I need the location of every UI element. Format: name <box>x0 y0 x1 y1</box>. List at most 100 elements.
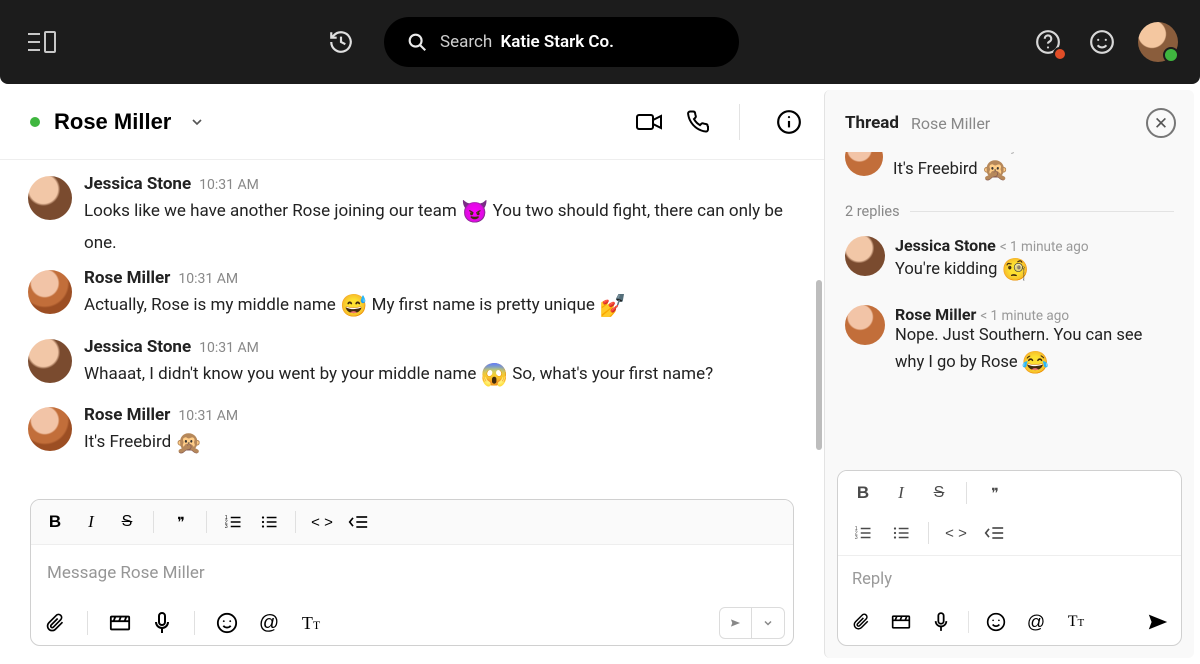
emoji-menu-button[interactable] <box>1084 24 1120 60</box>
emoji-button[interactable] <box>211 607 243 639</box>
message-text: Looks like we have another Rose joining … <box>84 196 810 256</box>
voice-call-button[interactable] <box>687 110 711 134</box>
clapperboard-icon <box>109 614 131 632</box>
chat-title-button[interactable]: Rose Miller <box>54 109 205 135</box>
message-text: Nope. Just Southern. You can see why I g… <box>895 324 1174 380</box>
codeblock-button[interactable] <box>342 506 374 538</box>
record-video-button[interactable] <box>104 607 136 639</box>
thread-header: Thread Rose Miller ✕ <box>825 90 1194 152</box>
search-text: Search Katie Stark Co. <box>440 32 614 52</box>
thread-title: Thread <box>845 113 899 133</box>
send-button[interactable] <box>720 608 752 638</box>
help-button[interactable] <box>1030 24 1066 60</box>
avatar <box>28 176 72 220</box>
message-timestamp: 10:31 AM <box>199 177 259 193</box>
text-format-button[interactable]: TT <box>1061 607 1091 637</box>
mic-icon <box>153 612 171 634</box>
chevron-down-icon <box>762 617 774 629</box>
close-icon: ✕ <box>1154 115 1168 132</box>
thread-reply-input[interactable] <box>838 556 1181 603</box>
emoji-button[interactable] <box>981 607 1011 637</box>
attach-button[interactable] <box>39 607 71 639</box>
message-item[interactable]: Rose Miller10:31 AM It's Freebird 🙊 <box>20 399 818 467</box>
text-format-button[interactable]: TT <box>295 607 327 639</box>
thread-pane: Thread Rose Miller ✕ Rose Miller Today a… <box>824 90 1194 658</box>
bold-button[interactable]: B <box>39 506 71 538</box>
chat-info-button[interactable] <box>776 109 802 135</box>
bullet-list-icon <box>892 524 910 542</box>
message-composer: B I S ❞ 123 < > @ TT <box>30 499 794 646</box>
ordered-list-button[interactable]: 123 <box>217 506 249 538</box>
thread-reply[interactable]: Rose Miller< 1 minute ago Nope. Just Sou… <box>839 299 1180 392</box>
attach-button[interactable] <box>846 607 876 637</box>
chat-header: Rose Miller <box>0 84 824 160</box>
record-audio-button[interactable] <box>926 607 956 637</box>
send-options-button[interactable] <box>752 608 784 638</box>
format-bar: B I S ❞ 123 < > <box>31 500 793 545</box>
message-author: Rose Miller <box>84 268 170 288</box>
video-call-button[interactable] <box>635 110 663 134</box>
codeblock-icon <box>984 525 1004 541</box>
chat-pane: Rose Miller <box>0 84 824 664</box>
message-author: Jessica Stone <box>895 236 996 255</box>
message-text: You're kidding 🧐 <box>895 255 1089 287</box>
message-author: Jessica Stone <box>84 174 191 194</box>
avatar <box>28 339 72 383</box>
code-button[interactable]: < > <box>939 517 973 549</box>
history-button[interactable] <box>322 23 360 61</box>
italic-button[interactable]: I <box>884 477 918 509</box>
topbar: Search Katie Stark Co. <box>0 0 1200 84</box>
bullet-list-button[interactable] <box>253 506 285 538</box>
bullet-list-button[interactable] <box>884 517 918 549</box>
thread-body: Rose Miller Today at 10:31 AM It's Freeb… <box>825 152 1194 466</box>
mention-button[interactable]: @ <box>253 607 285 639</box>
quote-icon: ❞ <box>991 485 997 502</box>
strikethrough-button[interactable]: S <box>922 477 956 509</box>
send-button[interactable] <box>1143 607 1173 637</box>
quote-button[interactable]: ❞ <box>164 506 196 538</box>
message-item[interactable]: Rose Miller10:31 AM Actually, Rose is my… <box>20 262 818 330</box>
mention-button[interactable]: @ <box>1021 607 1051 637</box>
message-author: Rose Miller <box>895 305 976 324</box>
ordered-list-button[interactable]: 123 <box>846 517 880 549</box>
phone-icon <box>687 110 711 134</box>
thread-composer: B I S ❞ 123 < > @ TT <box>837 470 1182 646</box>
quote-button[interactable]: ❞ <box>977 477 1011 509</box>
message-item[interactable]: Jessica Stone 10:31 AM Looks like we have… <box>20 168 818 262</box>
composer-actions: @ TT <box>31 601 793 645</box>
ordered-list-icon: 123 <box>224 513 242 531</box>
message-input[interactable] <box>31 545 793 601</box>
thread-original-message[interactable]: Rose Miller Today at 10:31 AM It's Freeb… <box>839 152 1180 197</box>
replies-separator: 2 replies <box>845 203 1174 220</box>
record-video-button[interactable] <box>886 607 916 637</box>
smiley-icon <box>216 612 238 634</box>
close-thread-button[interactable]: ✕ <box>1146 108 1176 138</box>
message-text: Actually, Rose is my middle name 😅 My fi… <box>84 290 810 324</box>
code-button[interactable]: < > <box>306 506 338 538</box>
presence-indicator <box>30 117 40 127</box>
at-icon: @ <box>259 612 279 635</box>
italic-button[interactable]: I <box>75 506 107 538</box>
paperclip-icon <box>45 612 65 634</box>
message-item[interactable]: Jessica Stone10:31 AM Whaaat, I didn't k… <box>20 331 818 399</box>
main: Rose Miller <box>0 84 1200 664</box>
chat-title: Rose Miller <box>54 109 171 135</box>
sidebar-toggle-button[interactable] <box>22 24 62 60</box>
bold-button[interactable]: B <box>846 477 880 509</box>
clapperboard-icon <box>891 614 911 630</box>
thread-reply[interactable]: Jessica Stone< 1 minute ago You're kiddi… <box>839 230 1180 299</box>
help-icon <box>1035 29 1061 55</box>
record-audio-button[interactable] <box>146 607 178 639</box>
scrollbar[interactable] <box>816 280 822 450</box>
user-avatar[interactable] <box>1138 22 1178 62</box>
strikethrough-button[interactable]: S <box>111 506 143 538</box>
message-text: It's Freebird 🙊 <box>893 155 1099 187</box>
chevron-down-icon <box>189 114 205 130</box>
code-icon: < > <box>311 514 333 531</box>
codeblock-button[interactable] <box>977 517 1011 549</box>
at-icon: @ <box>1027 612 1045 633</box>
video-icon <box>635 110 663 134</box>
message-text: Whaaat, I didn't know you went by your m… <box>84 359 810 393</box>
send-icon <box>730 614 741 632</box>
search-bar[interactable]: Search Katie Stark Co. <box>384 17 739 67</box>
